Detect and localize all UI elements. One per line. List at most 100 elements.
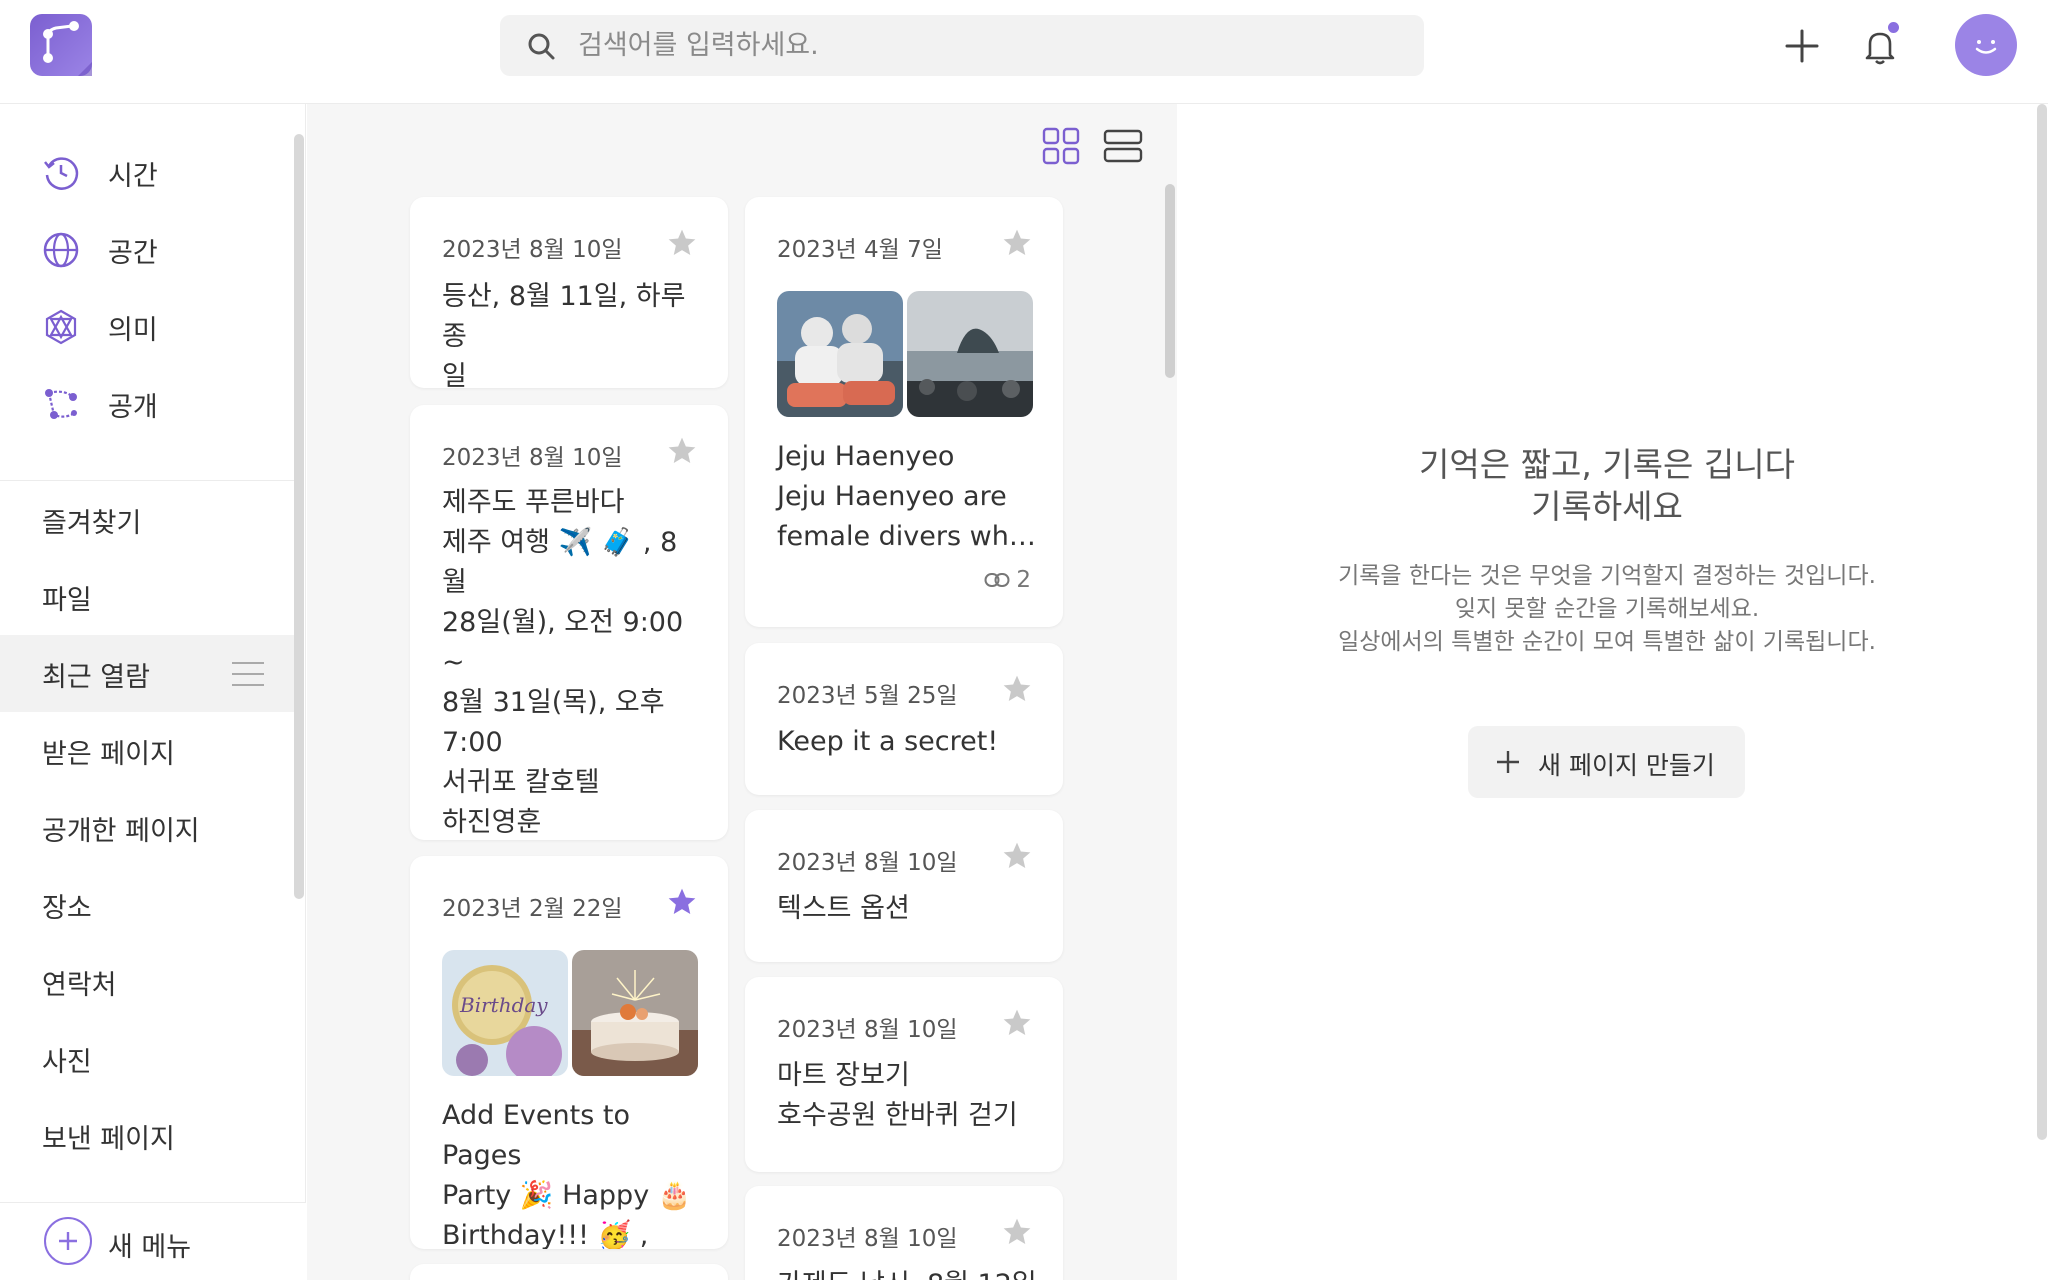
sidebar-item-meaning[interactable]: 의미 — [0, 288, 290, 365]
sidebar-item-favorites[interactable]: 즐겨찾기 — [0, 481, 294, 558]
search-bar[interactable] — [500, 15, 1424, 76]
card-images — [777, 291, 1033, 417]
sidebar-item-label: 장소 — [42, 893, 92, 924]
sidebar-item-label: 파일 — [42, 585, 92, 616]
card-title: 등산, 8월 11일, 하루종 일 — [442, 281, 686, 388]
page-card[interactable]: 2023년 8월 10일 마트 장보기 호수공원 한바퀴 걷기 — [745, 977, 1063, 1172]
sidebar-item-label: 받은 페이지 — [42, 739, 175, 770]
card-date: 2023년 8월 10일 — [777, 1226, 958, 1252]
page-card[interactable]: 2023년 5월 25일 Keep it a secret! — [745, 643, 1063, 795]
sidebar-item-photos[interactable]: 사진 — [0, 1020, 294, 1097]
app-logo[interactable] — [30, 14, 92, 76]
smile-icon — [1975, 40, 1997, 54]
panel-scrollbar[interactable] — [2037, 104, 2047, 1140]
star-icon[interactable] — [1001, 673, 1033, 705]
plus-icon — [1785, 29, 1819, 63]
top-bar — [0, 0, 2048, 104]
sidebar-item-label: 의미 — [108, 315, 158, 346]
sidebar-item-files[interactable]: 파일 — [0, 558, 294, 635]
card-title: 텍스트 옵션 — [777, 893, 910, 924]
sidebar-item-label: 연락처 — [42, 970, 117, 1001]
sidebar: 시간 공간 의미 공개 즐겨찾기 파일 최근 열람 받은 페이지 공개한 페이지 — [0, 104, 306, 1280]
sidebar-scrollbar[interactable] — [294, 134, 304, 899]
new-page-button[interactable]: 새 페이지 만들기 — [1468, 726, 1745, 798]
card-title: 가제도 낚시, 8월 12일 — [777, 1265, 1037, 1280]
network-star-icon — [42, 308, 80, 346]
list-view-button[interactable] — [1101, 124, 1145, 168]
list-view-icon — [1103, 129, 1143, 163]
search-icon — [526, 31, 556, 65]
plus-icon — [1494, 748, 1522, 776]
list-scrollbar[interactable] — [1165, 184, 1175, 378]
card-title: Keep it a secret! — [777, 726, 999, 757]
card-date: 2023년 2월 22일 — [442, 896, 623, 922]
avatar[interactable] — [1955, 14, 2017, 76]
empty-state-panel: 기억은 짧고, 기록은 깁니다 기록하세요 기록을 한다는 것은 무엇을 기억할… — [1177, 104, 2048, 1280]
jeju-seaside-image — [907, 291, 1033, 417]
card-title: 마트 장보기 호수공원 한바퀴 걷기 — [777, 1060, 1018, 1131]
card-date: 2023년 8월 10일 — [777, 850, 958, 876]
page-card[interactable]: 2023년 4월 7일 Jeju Haenyeo Jeju Haenyeo ar… — [745, 197, 1063, 627]
empty-state-title: 기억은 짧고, 기록은 깁니다 기록하세요 — [1419, 445, 1795, 526]
card-title: Add Events to Pages Party 🎉 Happy 🎂 Birt… — [442, 1100, 692, 1249]
star-icon[interactable] — [1001, 1216, 1033, 1248]
page-card[interactable]: 2023년 8월 10일 텍스트 옵션 — [745, 810, 1063, 962]
page-card[interactable]: 2023년 8월 10일 등산, 8월 11일, 하루종 일 — [410, 197, 728, 388]
page-card[interactable]: 2023년 2월 22일 Birthday Add Events to Page… — [410, 856, 728, 1249]
sidebar-item-published-pages[interactable]: 공개한 페이지 — [0, 789, 294, 866]
logo-icon — [43, 21, 92, 76]
sidebar-item-label: 시간 — [108, 161, 158, 192]
sidebar-item-public[interactable]: 공개 — [0, 365, 290, 442]
card-title: 제주도 푸른바다 제주 여행 ✈️ 🧳 , 8월 28일(월), 오전 9:00… — [442, 487, 684, 838]
sidebar-item-space[interactable]: 공간 — [0, 211, 290, 288]
card-date: 2023년 8월 10일 — [777, 1017, 958, 1043]
card-date: 2023년 8월 10일 — [442, 445, 623, 471]
sidebar-item-label: 즐겨찾기 — [42, 508, 142, 539]
sidebar-item-recent[interactable]: 최근 열람 — [0, 635, 294, 712]
sidebar-item-sent-pages[interactable]: 보낸 페이지 — [0, 1097, 294, 1174]
card-title: Jeju Haenyeo Jeju Haenyeo are female div… — [777, 441, 1036, 552]
new-menu-button[interactable]: 새 메뉴 — [0, 1202, 306, 1280]
card-date: 2023년 8월 10일 — [442, 237, 623, 263]
notification-badge — [1888, 22, 1899, 33]
link-count: 2 — [984, 567, 1031, 593]
sidebar-item-places[interactable]: 장소 — [0, 866, 294, 943]
card-date: 2023년 5월 25일 — [777, 683, 958, 709]
link-icon — [984, 573, 1010, 587]
grid-view-button[interactable] — [1039, 124, 1083, 168]
birthday-cake-image — [572, 950, 698, 1076]
plus-circle-icon — [44, 1217, 92, 1265]
new-menu-label: 새 메뉴 — [108, 1232, 192, 1263]
haenyeo-divers-image — [777, 291, 903, 417]
card-images: Birthday — [442, 950, 698, 1076]
star-icon[interactable] — [666, 886, 698, 918]
birthday-balloons-image: Birthday — [442, 950, 568, 1076]
star-icon[interactable] — [1001, 227, 1033, 259]
sidebar-item-contacts[interactable]: 연락처 — [0, 943, 294, 1020]
notifications-button[interactable] — [1852, 18, 1908, 74]
star-icon[interactable] — [1001, 840, 1033, 872]
search-input[interactable] — [578, 23, 1398, 68]
drag-handle-icon[interactable] — [230, 659, 266, 689]
svg-text:Birthday: Birthday — [459, 993, 548, 1017]
link-count-value: 2 — [1016, 567, 1031, 593]
page-card[interactable]: 2023년 8월 10일 제주도 푸른바다 제주 여행 ✈️ 🧳 , 8월 28… — [410, 405, 728, 840]
sidebar-item-label: 공간 — [108, 238, 158, 269]
page-card[interactable]: 2023년 8월 10일 가제도 낚시, 8월 12일 — [745, 1186, 1063, 1280]
page-card-list: 2023년 8월 10일 등산, 8월 11일, 하루종 일 2023년 8월 … — [307, 104, 1177, 1280]
star-icon[interactable] — [666, 227, 698, 259]
sidebar-item-label: 최근 열람 — [42, 662, 150, 693]
sidebar-item-time[interactable]: 시간 — [0, 134, 290, 211]
sidebar-item-label: 공개 — [108, 392, 158, 423]
add-button[interactable] — [1774, 18, 1830, 74]
sidebar-item-label: 사진 — [42, 1047, 92, 1078]
page-card[interactable] — [410, 1264, 728, 1280]
clock-history-icon — [42, 154, 80, 192]
sidebar-item-received-pages[interactable]: 받은 페이지 — [0, 712, 294, 789]
new-page-label: 새 페이지 만들기 — [1538, 751, 1715, 780]
star-icon[interactable] — [666, 435, 698, 467]
grid-view-icon — [1042, 127, 1080, 165]
star-icon[interactable] — [1001, 1007, 1033, 1039]
share-nodes-icon — [42, 385, 80, 423]
sidebar-item-label: 보낸 페이지 — [42, 1124, 175, 1155]
